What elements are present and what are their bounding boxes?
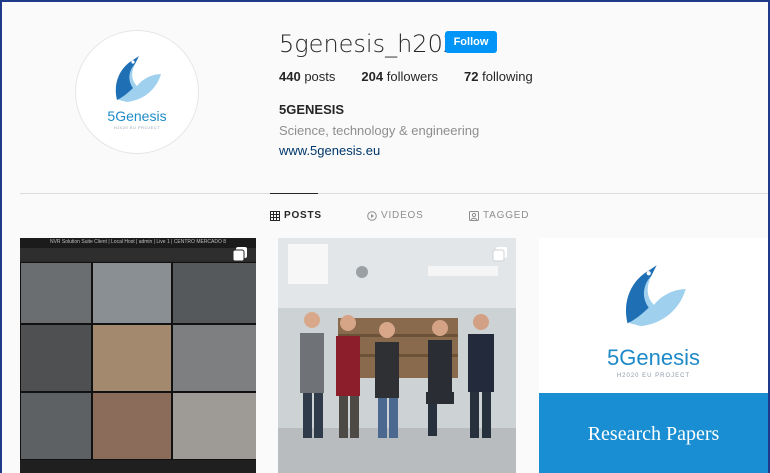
camera-feed	[20, 262, 92, 324]
camera-feed	[20, 324, 92, 392]
profile-category: Science, technology & engineering	[279, 123, 480, 138]
tab-videos[interactable]: VIDEOS	[367, 210, 424, 221]
avatar-logo-text: 5Genesis	[107, 108, 167, 124]
following-count[interactable]: 72 following	[464, 69, 533, 84]
camera-feed	[172, 262, 256, 324]
followers-count[interactable]: 204 followers	[361, 69, 438, 84]
team-photo-image	[278, 238, 516, 473]
post-logo-text: 5Genesis	[607, 345, 700, 370]
profile-avatar[interactable]: 5Genesis H2020 EU PROJECT	[75, 30, 199, 154]
following-count-label: following	[482, 69, 533, 84]
camera-feed	[92, 262, 172, 324]
multiple-posts-icon	[232, 247, 247, 262]
tag-icon	[469, 210, 479, 221]
following-count-value: 72	[464, 69, 479, 84]
play-icon	[367, 210, 377, 221]
camera-feed	[20, 392, 92, 460]
posts-count-value: 440	[279, 69, 301, 84]
followers-count-label: followers	[386, 69, 439, 84]
tab-posts-label: POSTS	[284, 210, 322, 221]
multiple-posts-icon	[492, 247, 507, 262]
tabs-divider	[20, 193, 768, 194]
profile-full-name: 5GENESIS	[279, 102, 345, 117]
posts-count: 440 posts	[279, 69, 335, 84]
post-thumbnail-research-papers[interactable]: 5Genesis H2020 EU PROJECT Research Paper…	[539, 238, 768, 473]
follow-button[interactable]: Follow	[445, 31, 497, 53]
cctv-bottom-bar	[20, 460, 256, 473]
camera-feed	[92, 392, 172, 460]
tab-tagged[interactable]: TAGGED	[469, 210, 529, 221]
post-thumbnail-team-photo[interactable]	[278, 238, 516, 473]
active-tab-indicator	[270, 193, 318, 194]
bird-logo-icon	[625, 265, 686, 327]
avatar-logo-tagline: H2020 EU PROJECT	[113, 125, 161, 130]
post-thumbnail-cctv[interactable]: NVR Solution Suite Client | Local Host |…	[20, 238, 256, 473]
camera-feed	[92, 324, 172, 392]
followers-count-value: 204	[361, 69, 384, 84]
research-papers-banner: Research Papers	[539, 393, 768, 473]
profile-stats: 440 posts 204 followers 72 following	[279, 69, 559, 84]
instagram-profile-page: 5Genesis H2020 EU PROJECT 5genesis_h2020…	[0, 0, 770, 473]
camera-feed	[172, 324, 256, 392]
posts-count-label: posts	[304, 69, 336, 84]
tab-videos-label: VIDEOS	[381, 210, 424, 221]
post-logo-tagline: H2020 EU PROJECT	[616, 373, 691, 379]
grid-icon	[270, 210, 280, 221]
profile-website-link[interactable]: www.5genesis.eu	[279, 143, 380, 158]
tab-posts[interactable]: POSTS	[270, 210, 322, 221]
cctv-menu-bar	[20, 248, 256, 260]
camera-feed	[172, 392, 256, 460]
bird-logo-icon	[115, 56, 161, 102]
tab-tagged-label: TAGGED	[483, 210, 530, 221]
